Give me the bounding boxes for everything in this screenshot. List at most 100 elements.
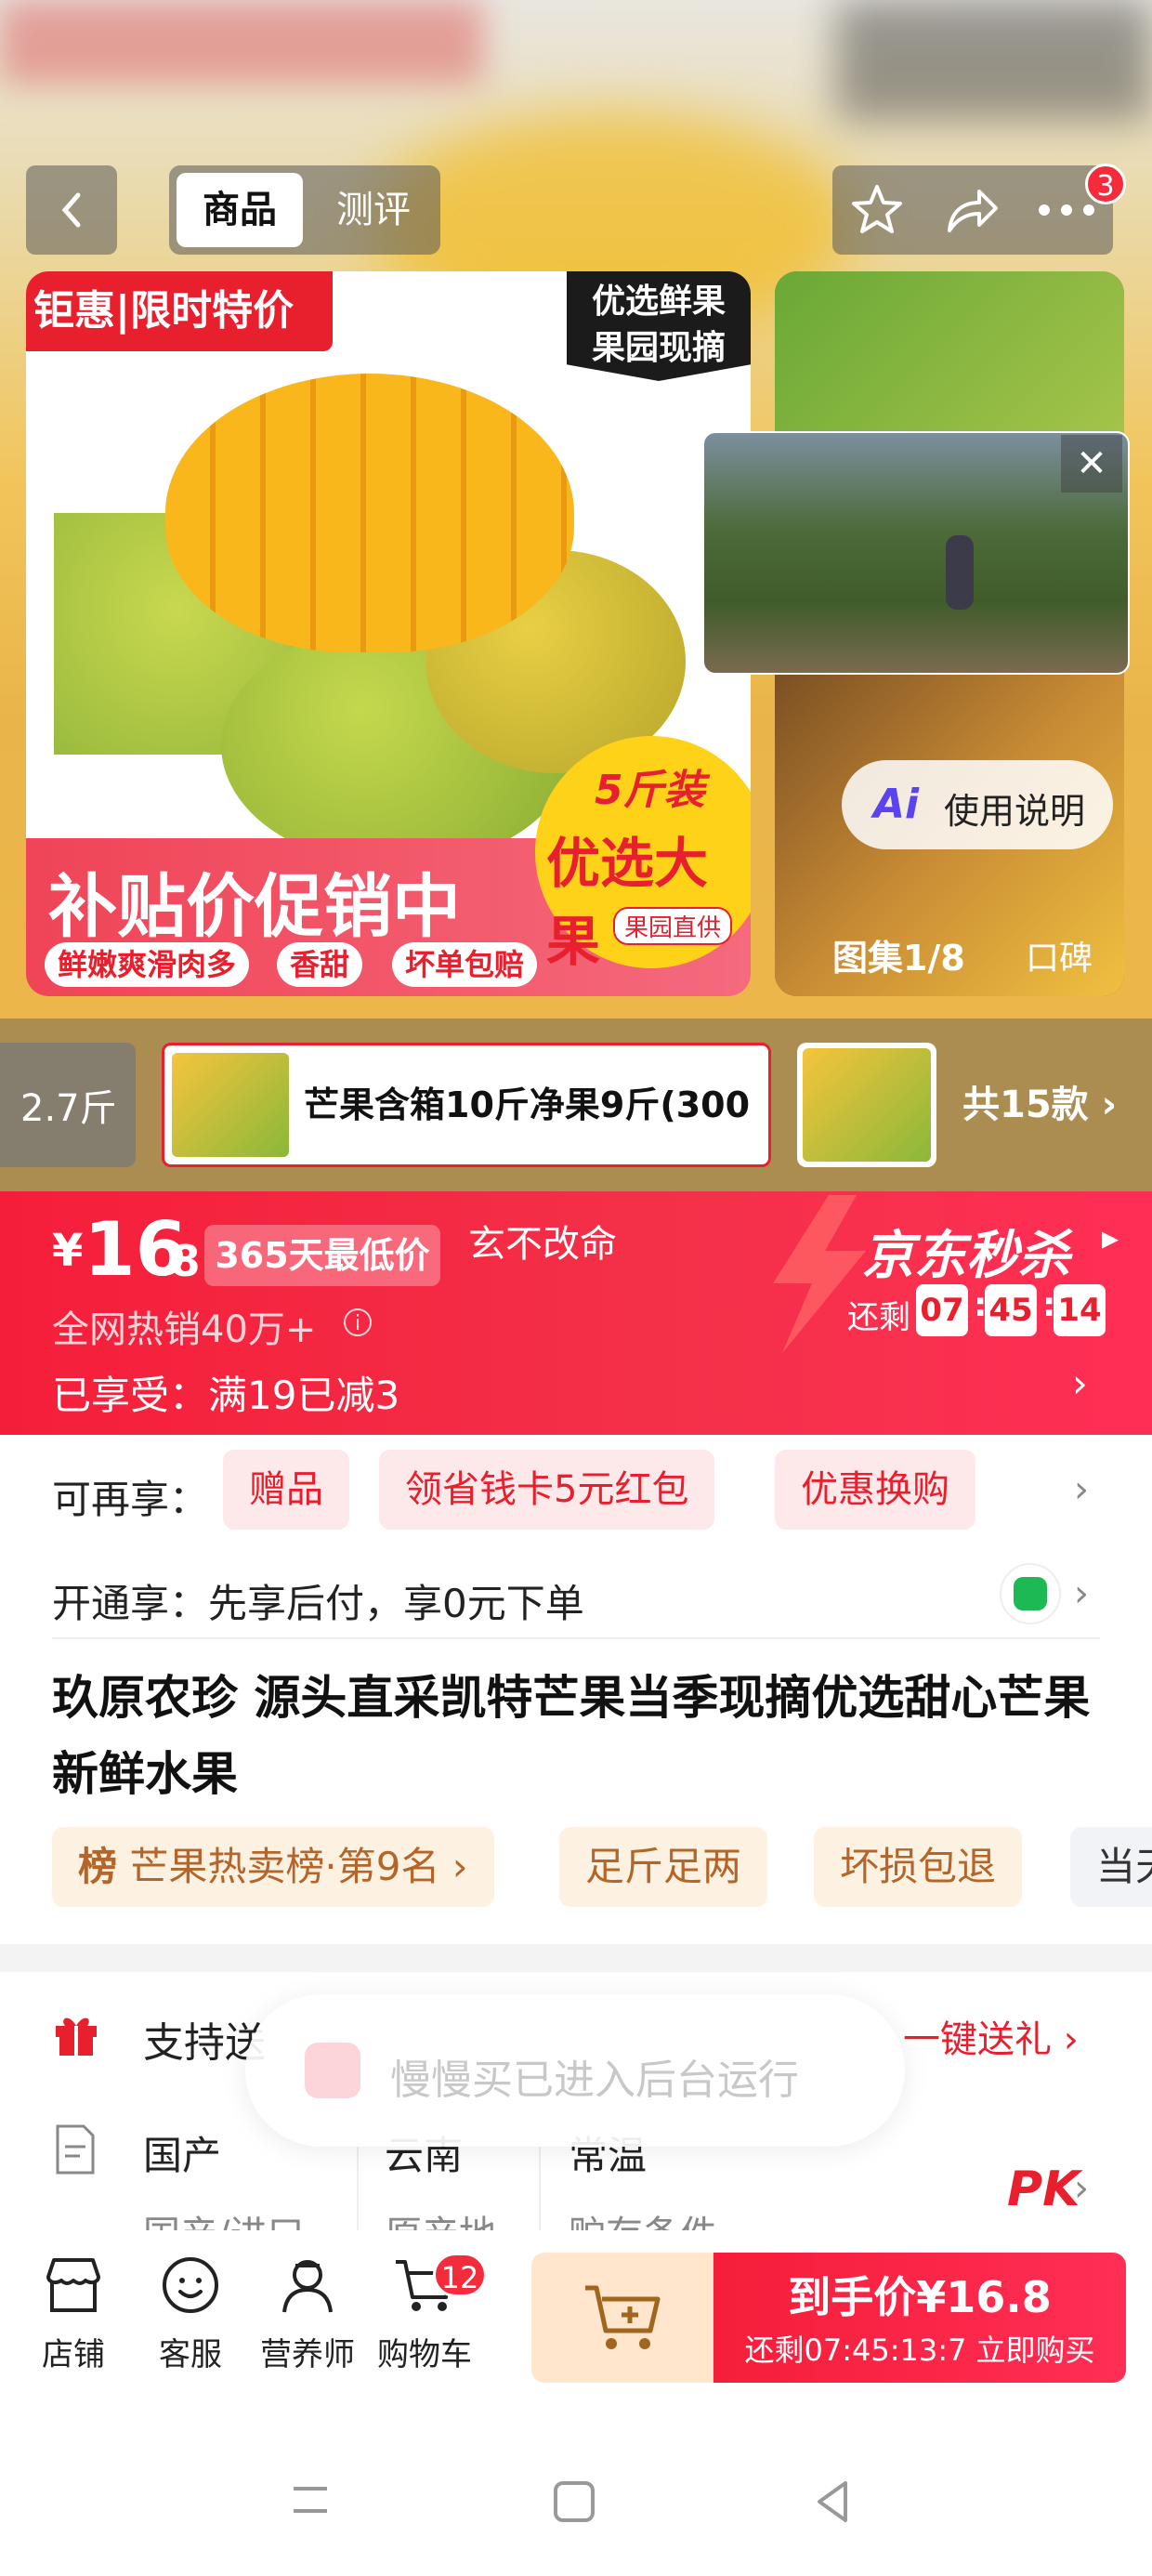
price-decimal: .8 bbox=[154, 1236, 201, 1286]
quality-tag-line: 果园现摘 bbox=[591, 329, 726, 367]
currency-symbol: ¥ bbox=[52, 1225, 84, 1277]
section-gap bbox=[0, 1944, 1152, 1972]
home-icon[interactable] bbox=[552, 2479, 596, 2524]
service-button[interactable]: 客服 bbox=[139, 2253, 242, 2374]
star-icon[interactable] bbox=[849, 182, 905, 238]
compare-button[interactable]: PK bbox=[1007, 2162, 1080, 2217]
reputation-link[interactable]: 口碑 bbox=[1026, 931, 1093, 979]
send-gift-label: 一键送礼 bbox=[903, 2018, 1052, 2061]
app-icon bbox=[305, 2043, 360, 2098]
chevron-right-icon[interactable]: › bbox=[1074, 1572, 1089, 1615]
attr-value: 国产 bbox=[143, 2133, 222, 2178]
benefit-chip[interactable]: 赠品 bbox=[223, 1450, 349, 1530]
thumb-image bbox=[775, 271, 1124, 457]
top-actions bbox=[832, 165, 1113, 255]
share-icon[interactable] bbox=[944, 184, 1000, 236]
menu-icon[interactable] bbox=[290, 2479, 331, 2520]
pay-icon bbox=[1000, 1563, 1061, 1624]
variant-option[interactable]: 2.7斤 bbox=[0, 1043, 136, 1167]
close-icon[interactable]: ✕ bbox=[1061, 435, 1122, 493]
bottom-item-label: 店铺 bbox=[42, 2336, 105, 2373]
buy-price: 到手价¥16.8 bbox=[788, 2272, 1052, 2322]
product-title: 玖原农珍 源头直采凯特芒果当季现摘优选甜心芒果 新鲜水果 bbox=[52, 1671, 1091, 1801]
feature-chip: 香甜 bbox=[277, 942, 363, 987]
variant-count-label: 共15款 bbox=[962, 1084, 1089, 1126]
variant-option[interactable] bbox=[797, 1043, 936, 1167]
circle-line: 果园直供 bbox=[613, 907, 733, 945]
open-pay-later[interactable]: 开通享：先享后付，享0元下单 bbox=[52, 1572, 584, 1629]
document-icon bbox=[56, 2124, 95, 2175]
benefit-chip[interactable]: 领省钱卡5元红包 bbox=[379, 1450, 715, 1530]
countdown-label: 还剩 bbox=[847, 1299, 910, 1336]
quality-tag-line: 优选鲜果 bbox=[591, 283, 726, 321]
toast-notification: 慢慢买已进入后台运行 bbox=[245, 1994, 905, 2147]
rank-label: 芒果热卖榜·第9名 bbox=[129, 1844, 440, 1889]
feature-chip: 鲜嫩爽滑肉多 bbox=[45, 942, 250, 987]
nutritionist-button[interactable]: 营养师 bbox=[256, 2253, 359, 2374]
video-person bbox=[946, 535, 974, 610]
bottom-item-label: 购物车 bbox=[377, 2336, 472, 2373]
feature-tag: 当天 bbox=[1070, 1827, 1152, 1907]
seckill-title[interactable]: 京东秒杀 bbox=[862, 1214, 1070, 1289]
cut-mango-image bbox=[165, 374, 574, 652]
top-tab-switcher: 商品 测评 bbox=[169, 165, 440, 255]
circle-line: 5斤装 bbox=[595, 767, 705, 814]
feature-chip: 坏单包赔 bbox=[392, 942, 538, 987]
add-cart-icon bbox=[585, 2285, 661, 2349]
countdown-minutes: 45 bbox=[985, 1284, 1037, 1336]
variant-label: 2.7斤 bbox=[20, 1087, 117, 1130]
store-icon bbox=[46, 2258, 100, 2312]
back-button[interactable] bbox=[26, 165, 117, 255]
info-icon[interactable]: i bbox=[344, 1308, 372, 1336]
variant-thumb bbox=[803, 1048, 931, 1162]
toast-text: 慢慢买已进入后台运行 bbox=[390, 2057, 799, 2104]
chevron-right-icon[interactable]: › bbox=[1074, 1468, 1089, 1511]
circle-line: 优选大果 bbox=[546, 832, 709, 973]
tab-review[interactable]: 测评 bbox=[316, 173, 431, 247]
chevron-left-icon bbox=[61, 192, 81, 228]
hot-sell-text: 全网热销40万+ bbox=[52, 1308, 317, 1351]
feature-tag: 坏损包退 bbox=[814, 1827, 1023, 1907]
variant-label: 芒果含箱10斤净果9斤(300 bbox=[304, 1084, 751, 1125]
countdown-hours: 07 bbox=[916, 1284, 968, 1336]
bottom-item-label: 营养师 bbox=[260, 2336, 355, 2373]
promo-text: 补贴价促销中 bbox=[48, 867, 461, 947]
lowest-price-badge: 365天最低价 bbox=[204, 1225, 440, 1286]
notification-badge: 3 bbox=[1085, 164, 1126, 204]
cart-count-badge: 12 bbox=[433, 2253, 487, 2297]
buy-countdown: 还剩07:45:13:7 立即购买 bbox=[744, 2333, 1095, 2368]
customer-service-icon bbox=[163, 2257, 218, 2313]
benefit-chip[interactable]: 优惠换购 bbox=[775, 1450, 975, 1530]
ai-icon: Ai bbox=[873, 781, 920, 828]
variant-thumb bbox=[172, 1053, 289, 1157]
send-gift-link[interactable]: 一键送礼 › bbox=[903, 2009, 1079, 2063]
ai-guide-button[interactable]: Ai 使用说明 bbox=[842, 760, 1113, 849]
bottom-item-label: 客服 bbox=[159, 2336, 222, 2373]
add-to-cart-button[interactable] bbox=[531, 2253, 713, 2383]
variant-count[interactable]: 共15款 › bbox=[962, 1043, 1117, 1167]
variant-option-selected[interactable]: 芒果含箱10斤净果9斤(300 bbox=[162, 1043, 771, 1167]
feature-tag: 足斤足两 bbox=[559, 1827, 768, 1907]
rank-prefix: 榜 bbox=[78, 1844, 118, 1889]
store-button[interactable]: 店铺 bbox=[22, 2253, 124, 2374]
pay-icon-inner bbox=[1014, 1577, 1047, 1610]
play-arrow-icon[interactable]: ▸ bbox=[1102, 1219, 1119, 1257]
chevron-right-icon[interactable]: › bbox=[1074, 2167, 1089, 2210]
ai-guide-label: 使用说明 bbox=[944, 791, 1086, 832]
hero-blur bbox=[836, 0, 1152, 121]
product-main-image[interactable]: 钜惠|限时特价 优选鲜果 果园现摘 补贴价促销中 鲜嫩爽滑肉多 香甜 坏单包赔 … bbox=[26, 271, 751, 996]
divider bbox=[52, 1637, 1100, 1639]
enjoyed-discount[interactable]: 已享受：满19已减3 bbox=[52, 1364, 399, 1421]
tab-product[interactable]: 商品 bbox=[177, 173, 303, 247]
chevron-right-icon[interactable]: › bbox=[1072, 1360, 1088, 1406]
rank-chip[interactable]: 榜 芒果热卖榜·第9名 › bbox=[52, 1827, 494, 1907]
more-icon[interactable] bbox=[1037, 201, 1096, 219]
buy-now-button[interactable]: 到手价¥16.8 还剩07:45:13:7 立即购买 bbox=[713, 2253, 1126, 2383]
hero-blur bbox=[0, 0, 483, 84]
back-nav-icon[interactable] bbox=[814, 2479, 851, 2524]
gallery-counter[interactable]: 图集1/8 bbox=[832, 929, 965, 980]
more-benefits-label: 可再享： bbox=[52, 1477, 209, 1522]
price-motto: 玄不改命 bbox=[468, 1223, 617, 1266]
countdown-seconds: 14 bbox=[1054, 1284, 1106, 1336]
quality-tag: 优选鲜果 果园现摘 bbox=[567, 271, 751, 381]
